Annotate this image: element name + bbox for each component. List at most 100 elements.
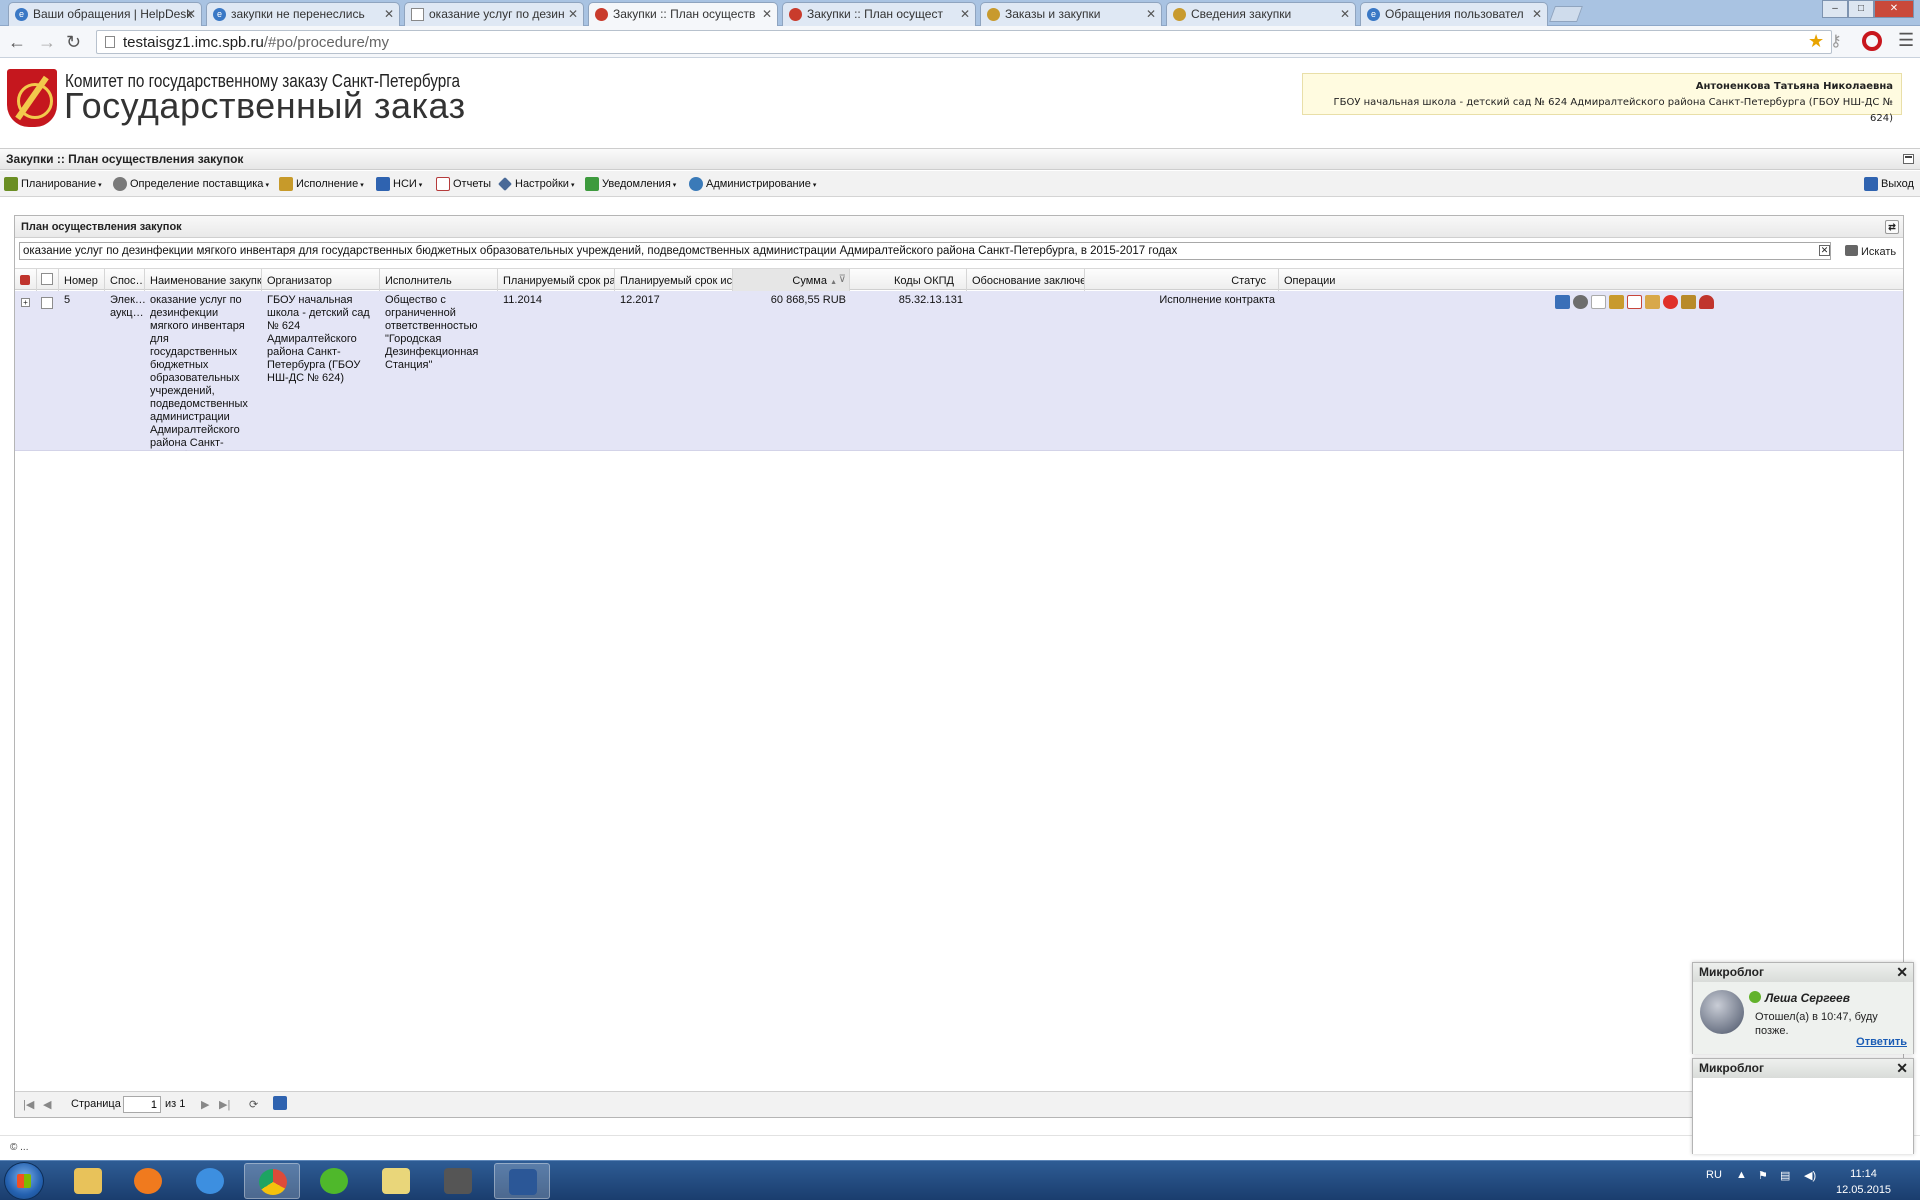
table-row[interactable]: + 5 Элек… аукц… оказание услуг по дезинф… bbox=[15, 291, 1903, 451]
exit-button[interactable]: Выход bbox=[1864, 175, 1914, 193]
col-name[interactable]: Наименование закупки bbox=[145, 269, 262, 291]
url-input[interactable]: testaisgz1.imc.spb.ru/#po/procedure/my bbox=[96, 30, 1832, 54]
refresh-panel-icon[interactable]: ⇄ bbox=[1885, 220, 1899, 234]
tray-expand-icon[interactable]: ▲ bbox=[1736, 1169, 1747, 1181]
col-status[interactable]: Статус bbox=[1085, 269, 1279, 291]
window-controls: – □ ✕ bbox=[1822, 0, 1914, 18]
close-icon[interactable]: ✕ bbox=[1896, 1060, 1908, 1077]
export-icon[interactable] bbox=[273, 1096, 287, 1110]
collapse-icon[interactable] bbox=[1903, 154, 1914, 164]
tab-close-icon[interactable]: ✕ bbox=[1532, 7, 1542, 21]
tab-close-icon[interactable]: ✕ bbox=[384, 7, 394, 21]
edit-icon[interactable] bbox=[1645, 295, 1660, 309]
taskbar-media-player[interactable] bbox=[120, 1163, 176, 1199]
taskbar-movie[interactable] bbox=[430, 1163, 486, 1199]
tab-close-icon[interactable]: ✕ bbox=[1146, 7, 1156, 21]
taskbar-word[interactable] bbox=[494, 1163, 550, 1199]
browser-tab[interactable]: Заказы и закупки ✕ bbox=[980, 2, 1162, 26]
close-icon[interactable]: ✕ bbox=[1896, 964, 1908, 981]
taskbar-notepad[interactable] bbox=[368, 1163, 424, 1199]
browser-tab[interactable]: Закупки :: План осущест ✕ bbox=[782, 2, 976, 26]
refresh-icon[interactable]: ⟳ bbox=[249, 1098, 258, 1111]
back-icon[interactable]: ← bbox=[8, 32, 26, 53]
start-button[interactable] bbox=[4, 1162, 44, 1200]
expand-row-icon[interactable]: + bbox=[21, 298, 30, 307]
document-icon[interactable] bbox=[1591, 295, 1606, 309]
ie-icon bbox=[196, 1168, 224, 1194]
key-icon[interactable]: ⚷ bbox=[1830, 31, 1842, 51]
reply-link[interactable]: Ответить bbox=[1856, 1036, 1907, 1048]
menu-supplier-selection[interactable]: Определение поставщика ▾ bbox=[113, 175, 269, 193]
tab-label: закупки не перенеслись bbox=[231, 7, 365, 21]
chart-icon[interactable] bbox=[1555, 295, 1570, 309]
maximize-icon[interactable]: □ bbox=[1848, 0, 1874, 18]
menu-planning[interactable]: Планирование ▾ bbox=[4, 175, 102, 193]
col-plan-start[interactable]: Планируемый срок раз… bbox=[498, 269, 615, 291]
menu-label: Отчеты bbox=[453, 178, 492, 190]
browser-tab[interactable]: e Обращения пользовател ✕ bbox=[1360, 2, 1548, 26]
page-number-input[interactable] bbox=[123, 1096, 161, 1113]
last-page-icon[interactable]: ▶| bbox=[219, 1098, 230, 1111]
taskbar-ie[interactable] bbox=[182, 1163, 238, 1199]
browser-tab[interactable]: e Ваши обращения | HelpDesk ✕ bbox=[8, 2, 202, 26]
menu-settings[interactable]: Настройки ▾ bbox=[498, 175, 574, 193]
row-checkbox[interactable] bbox=[41, 297, 53, 309]
volume-icon[interactable]: ◀) bbox=[1804, 1169, 1816, 1182]
filter-icon[interactable]: ⊽ bbox=[839, 274, 846, 285]
gear-icon[interactable] bbox=[1573, 295, 1588, 309]
search-button[interactable]: Искать bbox=[1845, 245, 1896, 258]
menu-execution[interactable]: Исполнение ▾ bbox=[279, 175, 364, 193]
taskbar-icq[interactable] bbox=[306, 1163, 362, 1199]
emblem-icon[interactable] bbox=[1609, 295, 1624, 309]
first-page-icon[interactable]: |◀ bbox=[23, 1098, 34, 1111]
taskbar-explorer[interactable] bbox=[60, 1163, 116, 1199]
prev-page-icon[interactable]: ◀ bbox=[43, 1098, 51, 1111]
select-all-checkbox[interactable] bbox=[41, 273, 53, 285]
browser-tab[interactable]: оказание услуг по дезин ✕ bbox=[404, 2, 584, 26]
col-amount[interactable]: Сумма ▲ ⊽ bbox=[733, 269, 850, 291]
taskbar-chrome[interactable] bbox=[244, 1163, 300, 1199]
menu-label: НСИ bbox=[393, 178, 417, 190]
search-input[interactable] bbox=[19, 242, 1831, 260]
menu-administration[interactable]: Администрирование ▾ bbox=[689, 175, 816, 193]
col-organizer[interactable]: Организатор bbox=[262, 269, 380, 291]
tab-label: оказание услуг по дезин bbox=[429, 7, 565, 21]
close-window-icon[interactable]: ✕ bbox=[1874, 0, 1914, 18]
tab-label: Заказы и закупки bbox=[1005, 7, 1101, 21]
tab-close-icon[interactable]: ✕ bbox=[186, 7, 196, 21]
col-number[interactable]: Номер bbox=[59, 269, 105, 291]
minimize-icon[interactable]: – bbox=[1822, 0, 1848, 18]
tab-close-icon[interactable]: ✕ bbox=[1340, 7, 1350, 21]
browser-menu-icon[interactable]: ☰ bbox=[1898, 30, 1914, 51]
record-icon[interactable] bbox=[1663, 295, 1678, 309]
tab-close-icon[interactable]: ✕ bbox=[960, 7, 970, 21]
extension-icon[interactable] bbox=[1862, 31, 1882, 51]
stamp-icon[interactable] bbox=[1681, 295, 1696, 309]
tab-close-icon[interactable]: ✕ bbox=[568, 7, 578, 21]
browser-tab[interactable]: e закупки не перенеслись ✕ bbox=[206, 2, 400, 26]
col-plan-end[interactable]: Планируемый срок исп… bbox=[615, 269, 733, 291]
browser-tab[interactable]: Сведения закупки ✕ bbox=[1166, 2, 1356, 26]
col-justification[interactable]: Обоснование заключения bbox=[967, 269, 1085, 291]
system-clock[interactable]: 11:14 12.05.2015 bbox=[1836, 1166, 1891, 1198]
menu-notifications[interactable]: Уведомления ▾ bbox=[585, 175, 676, 193]
tab-close-icon[interactable]: ✕ bbox=[762, 7, 772, 21]
network-icon[interactable]: ▤ bbox=[1780, 1169, 1790, 1182]
new-tab-button[interactable] bbox=[1549, 6, 1583, 22]
col-executor[interactable]: Исполнитель bbox=[380, 269, 498, 291]
clear-search-icon[interactable]: ✕ bbox=[1819, 245, 1830, 256]
browser-tab-active[interactable]: Закупки :: План осуществ ✕ bbox=[588, 2, 778, 27]
col-method[interactable]: Спос… bbox=[105, 269, 145, 291]
next-page-icon[interactable]: ▶ bbox=[201, 1098, 209, 1111]
forward-icon[interactable]: → bbox=[38, 32, 56, 53]
menu-reports[interactable]: Отчеты bbox=[436, 175, 491, 193]
users-icon[interactable] bbox=[1699, 295, 1714, 309]
report-icon[interactable] bbox=[1627, 295, 1642, 309]
col-okpd[interactable]: Коды ОКПД bbox=[850, 269, 967, 291]
reload-icon[interactable]: ↻ bbox=[66, 32, 81, 53]
bookmark-star-icon[interactable]: ★ bbox=[1808, 31, 1824, 52]
flag-icon[interactable]: ⚑ bbox=[1758, 1169, 1768, 1182]
menu-nsi[interactable]: НСИ ▾ bbox=[376, 175, 422, 193]
language-indicator[interactable]: RU bbox=[1706, 1169, 1722, 1181]
clear-filter-icon[interactable] bbox=[15, 269, 37, 291]
